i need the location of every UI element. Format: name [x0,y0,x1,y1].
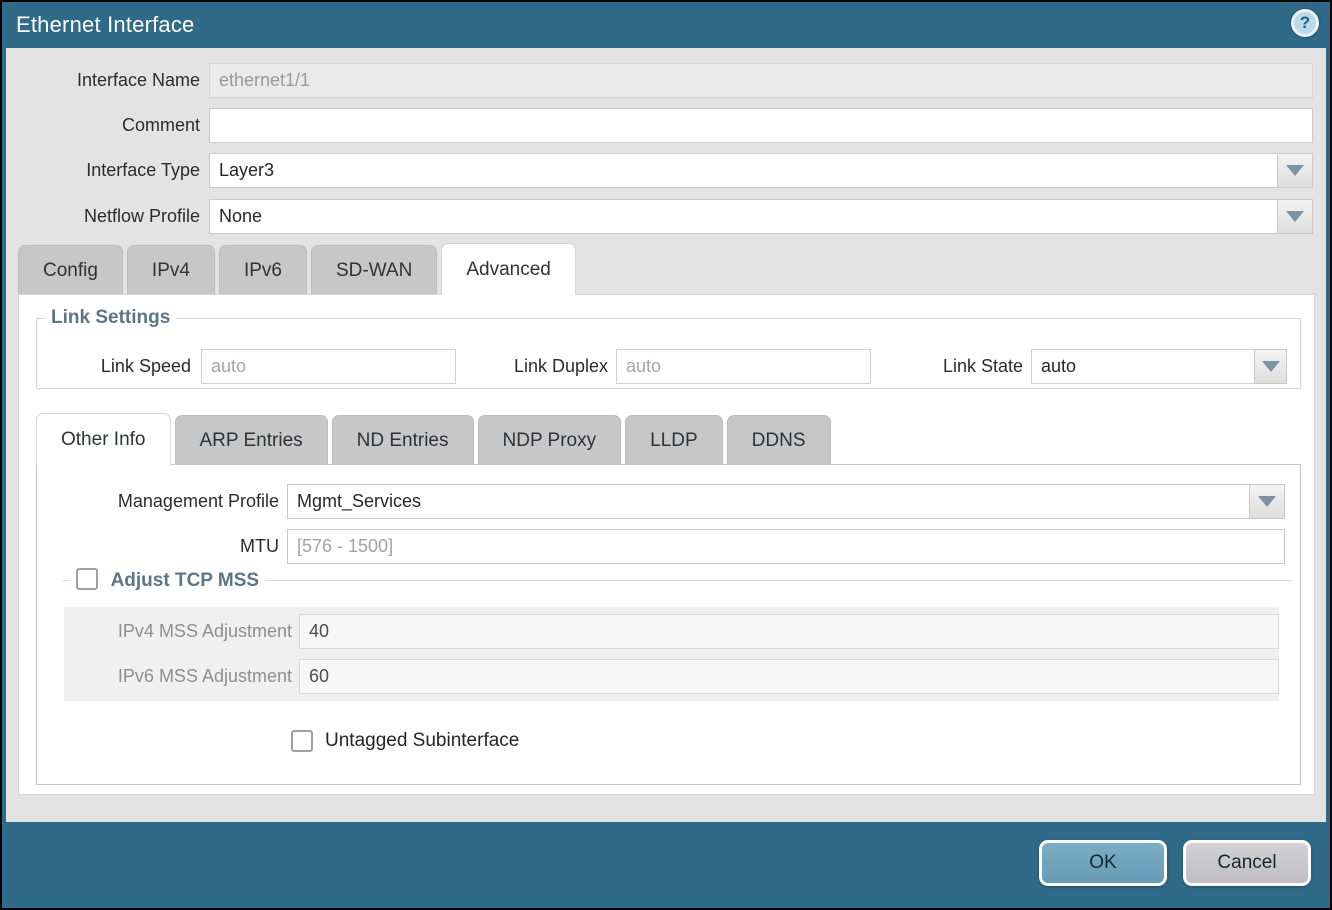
chevron-down-icon [1286,165,1304,176]
main-tab-strip: Config IPv4 IPv6 SD-WAN Advanced [18,243,580,295]
tab-ndp-proxy[interactable]: NDP Proxy [478,415,622,465]
management-profile-dropdown[interactable] [287,484,1285,519]
link-state-row: Link State [19,349,1289,384]
management-profile-dropdown-button[interactable] [1249,484,1285,519]
title-bar: Ethernet Interface ? [2,2,1330,48]
untagged-subinterface-label: Untagged Subinterface [325,730,519,752]
link-state-value[interactable] [1031,349,1254,384]
dialog-footer: OK Cancel [1039,840,1311,886]
tab-nd-entries[interactable]: ND Entries [332,415,474,465]
interface-type-value[interactable] [209,153,1277,188]
mtu-field[interactable] [287,529,1285,564]
untagged-subinterface-row: Untagged Subinterface [291,728,519,754]
adjust-tcp-mss-label: Adjust TCP MSS [111,570,260,591]
link-settings-legend: Link Settings [45,307,176,329]
tab-lldp[interactable]: LLDP [625,415,723,465]
dialog-title: Ethernet Interface [16,12,194,38]
adjust-tcp-mss-checkbox[interactable] [76,568,98,590]
tab-sdwan[interactable]: SD-WAN [311,245,437,295]
sub-tab-strip: Other Info ARP Entries ND Entries NDP Pr… [36,415,835,465]
comment-row: Comment [6,108,1313,143]
tab-advanced[interactable]: Advanced [441,243,576,295]
tab-ddns[interactable]: DDNS [727,415,831,465]
mss-adjustment-panel: IPv4 MSS Adjustment IPv6 MSS Adjustment [64,607,1279,701]
interface-type-dropdown[interactable] [209,153,1313,188]
ethernet-interface-dialog: Ethernet Interface ? Interface Name Comm… [2,2,1330,908]
ok-button[interactable]: OK [1039,840,1167,886]
ipv4-mss-row: IPv4 MSS Adjustment [64,614,1279,649]
chevron-down-icon [1262,361,1280,372]
ipv6-mss-row: IPv6 MSS Adjustment [64,659,1279,694]
netflow-profile-dropdown[interactable] [209,199,1313,234]
comment-field[interactable] [209,108,1313,143]
interface-name-row: Interface Name [6,63,1313,98]
adjust-tcp-mss-fieldset: Adjust TCP MSS [62,568,1292,592]
help-icon[interactable]: ? [1291,9,1319,37]
tab-ipv4[interactable]: IPv4 [127,245,215,295]
comment-label: Comment [6,108,200,143]
interface-type-dropdown-button[interactable] [1277,153,1313,188]
netflow-profile-label: Netflow Profile [6,199,200,234]
chevron-down-icon [1258,496,1276,507]
mtu-row: MTU [37,529,1297,564]
chevron-down-icon [1286,211,1304,222]
interface-name-field [209,63,1313,98]
management-profile-label: Management Profile [37,484,279,519]
tab-other-info[interactable]: Other Info [36,413,171,465]
management-profile-value[interactable] [287,484,1249,519]
link-state-label: Link State [923,349,1023,384]
management-profile-row: Management Profile [37,484,1297,519]
netflow-profile-value[interactable] [209,199,1277,234]
tab-arp-entries[interactable]: ARP Entries [175,415,328,465]
tab-ipv6[interactable]: IPv6 [219,245,307,295]
adjust-tcp-mss-legend: Adjust TCP MSS [70,568,265,592]
ipv6-mss-field [299,659,1279,694]
dialog-body: Interface Name Comment Interface Type Ne… [6,48,1326,822]
advanced-tab-panel: Link Settings Link Speed Link Duplex Lin… [18,294,1315,795]
ipv4-mss-field [299,614,1279,649]
untagged-subinterface-checkbox[interactable] [291,730,313,752]
interface-type-label: Interface Type [6,153,200,188]
other-info-panel: Management Profile MTU Adjust [36,464,1301,785]
netflow-profile-dropdown-button[interactable] [1277,199,1313,234]
ipv6-mss-label: IPv6 MSS Adjustment [64,659,292,694]
link-state-dropdown-button[interactable] [1254,349,1287,384]
ipv4-mss-label: IPv4 MSS Adjustment [64,614,292,649]
tab-config[interactable]: Config [18,245,123,295]
interface-type-row: Interface Type [6,153,1313,188]
interface-name-label: Interface Name [6,63,200,98]
cancel-button[interactable]: Cancel [1183,840,1311,886]
netflow-profile-row: Netflow Profile [6,199,1313,234]
mtu-label: MTU [37,529,279,564]
